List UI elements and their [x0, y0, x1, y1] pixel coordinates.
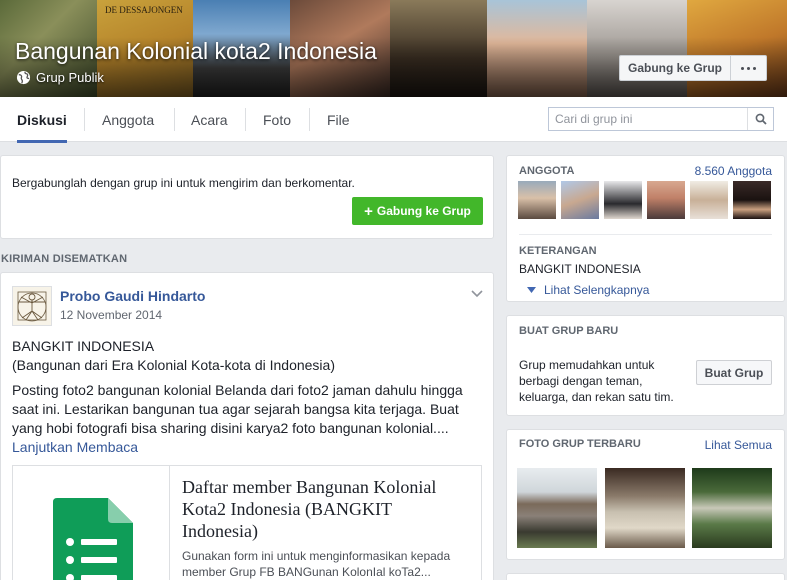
members-heading[interactable]: ANGGOTA: [519, 165, 574, 177]
privacy-label: Grup Publik: [36, 70, 104, 85]
post-paragraph: Posting foto2 bangunan kolonial Belanda …: [12, 382, 463, 436]
member-avatar[interactable]: [604, 181, 642, 219]
group-search: [548, 107, 774, 131]
about-text: BANGKIT INDONESIA: [519, 262, 641, 276]
more-options-button[interactable]: [731, 55, 767, 81]
group-cover[interactable]: DE DESSAJONGEN Bangunan Kolonial kota2 I…: [0, 0, 787, 97]
create-group-text: Grup memudahkan untuk berbagi dengan tem…: [519, 358, 674, 404]
members-about-card: ANGGOTA 8.560 Anggota KETERANGAN BANGKIT…: [506, 155, 785, 302]
member-avatar[interactable]: [561, 181, 599, 219]
post-date[interactable]: 12 November 2014: [60, 308, 162, 322]
group-tab-bar: Diskusi Anggota Acara Foto File: [0, 97, 787, 143]
link-preview-card[interactable]: Daftar member Bangunan Kolonial Kota2 In…: [12, 465, 482, 580]
tab-divider: [309, 108, 310, 131]
tab-files[interactable]: File: [327, 97, 350, 142]
recent-photos-heading: FOTO GRUP TERBARU: [519, 438, 641, 450]
group-privacy: Grup Publik: [16, 70, 104, 85]
member-avatar[interactable]: [690, 181, 728, 219]
post-line-2: (Bangunan dari Era Kolonial Kota-kota di…: [12, 357, 335, 373]
read-more-link[interactable]: Lanjutkan Membaca: [12, 439, 138, 455]
group-photo[interactable]: [692, 468, 772, 548]
search-icon: [755, 113, 767, 125]
tab-divider: [245, 108, 246, 131]
tab-discussion[interactable]: Diskusi: [17, 97, 67, 143]
google-forms-icon: [53, 498, 133, 580]
post-line-1: BANGKIT INDONESIA: [12, 338, 155, 354]
vitruvian-man-image: [17, 291, 47, 322]
post-body: BANGKIT INDONESIA (Bangunan dari Era Kol…: [12, 337, 480, 457]
join-group-green-label: Gabung ke Grup: [376, 204, 471, 218]
member-avatar[interactable]: [518, 181, 556, 219]
link-preview-title[interactable]: Daftar member Bangunan Kolonial Kota2 In…: [182, 476, 472, 542]
chevron-down-icon[interactable]: [470, 286, 484, 300]
link-preview-thumbnail: [13, 466, 170, 580]
member-avatar[interactable]: [733, 181, 771, 219]
plus-icon: +: [364, 202, 373, 220]
section-divider: [519, 234, 772, 235]
see-all-photos-link[interactable]: Lihat Semua: [705, 438, 772, 452]
see-more-link[interactable]: Lihat Selengkapnya: [527, 283, 649, 297]
author-avatar[interactable]: [12, 286, 52, 326]
member-avatar[interactable]: [647, 181, 685, 219]
about-heading: KETERANGAN: [519, 245, 597, 257]
post-author[interactable]: Probo Gaudi Hindarto: [60, 288, 205, 304]
join-prompt-text: Bergabunglah dengan grup ini untuk mengi…: [12, 176, 355, 190]
link-preview-description: Gunakan form ini untuk menginformasikan …: [182, 549, 451, 579]
next-card: [506, 573, 785, 580]
join-group-button[interactable]: Gabung ke Grup: [619, 55, 731, 81]
pinned-posts-heading: KIRIMAN DISEMATKAN: [1, 253, 128, 265]
search-input[interactable]: [549, 108, 747, 130]
tab-members[interactable]: Anggota: [102, 97, 154, 142]
caret-down-icon: [527, 287, 536, 293]
member-count-link[interactable]: 8.560 Anggota: [695, 164, 772, 178]
ellipsis-icon: [741, 66, 744, 70]
tab-events[interactable]: Acara: [191, 97, 228, 142]
tab-photos[interactable]: Foto: [263, 97, 291, 142]
group-title[interactable]: Bangunan Kolonial kota2 Indonesia: [15, 38, 377, 65]
create-group-heading: BUAT GRUP BARU: [519, 325, 619, 337]
tab-divider: [84, 108, 85, 131]
group-photo[interactable]: [605, 468, 685, 548]
search-button[interactable]: [747, 108, 773, 130]
join-group-green-button[interactable]: + Gabung ke Grup: [352, 197, 483, 225]
globe-icon: [16, 70, 31, 85]
group-photo[interactable]: [517, 468, 597, 548]
cover-sign-text: DE DESSAJONGEN: [105, 5, 183, 15]
create-group-button[interactable]: Buat Grup: [696, 360, 772, 385]
tab-divider: [174, 108, 175, 131]
cover-actions: Gabung ke Grup: [619, 55, 767, 81]
see-more-label: Lihat Selengkapnya: [544, 283, 650, 297]
